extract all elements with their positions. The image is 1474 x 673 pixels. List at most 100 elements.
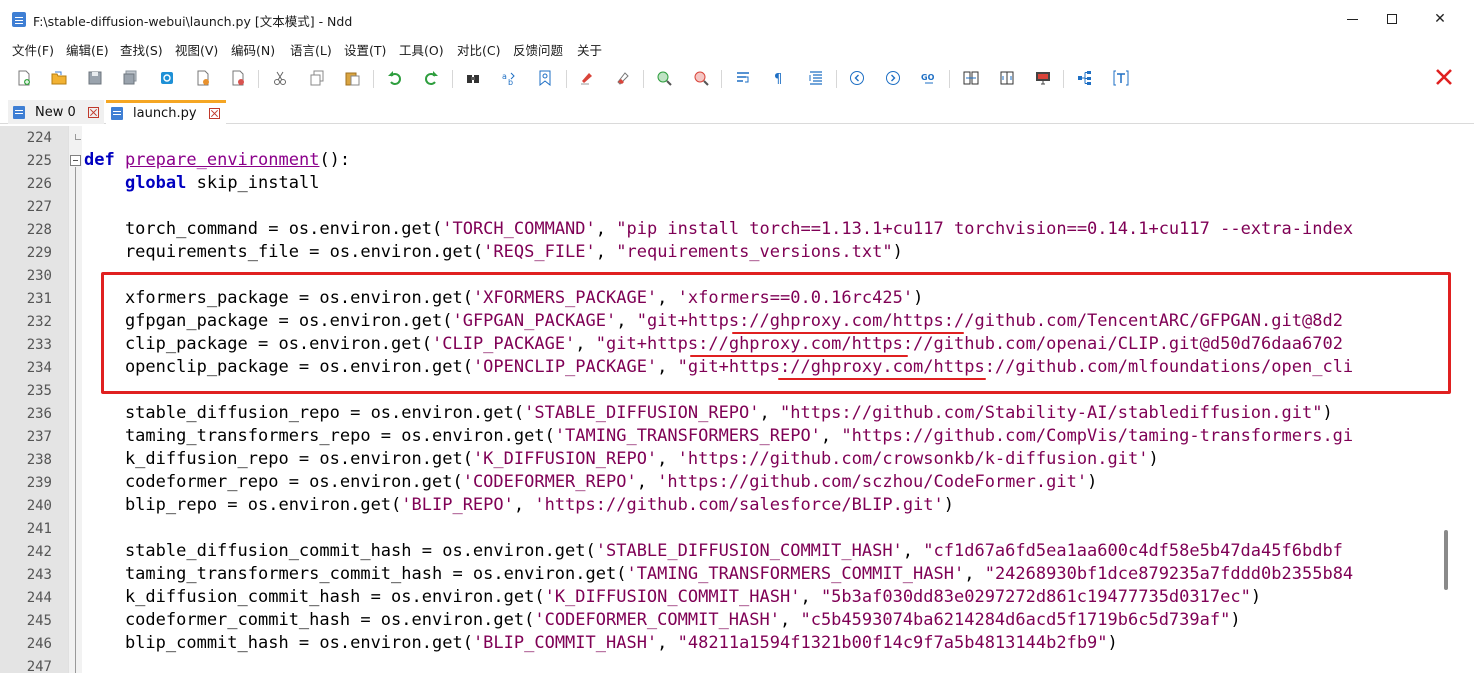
zoom-out-button[interactable] [691,68,711,88]
menu-view[interactable]: 视图(V) [175,40,218,59]
cut-button[interactable] [270,68,290,88]
tab-label: launch.py [133,106,197,121]
svg-text:b: b [508,78,513,86]
prev-button[interactable] [847,68,867,88]
line-number: 245 [26,613,52,629]
toolbar-close-button[interactable] [1434,67,1454,87]
undo-button[interactable] [385,68,405,88]
close-window-button[interactable]: ✕ [1418,6,1462,32]
show-symbols-button[interactable]: ¶ [769,68,789,88]
menu-settings[interactable]: 设置(T) [344,40,386,59]
menu-encoding[interactable]: 编码(N) [231,40,275,59]
goto-icon: GO [921,73,935,84]
menu-find[interactable]: 查找(S) [120,40,163,59]
bookmark-button[interactable] [535,68,555,88]
menu-edit[interactable]: 编辑(E) [66,40,109,59]
line-number: 237 [26,429,52,445]
scrollbar-thumb[interactable] [1444,530,1448,590]
minimize-button[interactable] [1330,6,1374,32]
menu-language[interactable]: 语言(L) [290,40,332,59]
line-number: 227 [26,199,52,215]
code-line: blip_repo = os.environ.get('BLIP_REPO', … [84,495,955,515]
line-number: 226 [26,176,52,192]
monitor-button[interactable] [1033,68,1053,88]
goto-button[interactable]: GO [919,68,939,88]
annotation-underline [732,332,964,334]
tree-button[interactable] [1075,68,1095,88]
toolbar-separator [452,70,453,88]
code-line: codeformer_repo = os.environ.get('CODEFO… [84,472,1098,492]
line-number: 233 [26,337,52,353]
close-icon: ✕ [1434,11,1446,27]
toolbar-separator [258,70,259,88]
word-wrap-icon [737,72,749,83]
toolbar-separator [643,70,644,88]
toolbar-separator [949,70,950,88]
menu-feedback[interactable]: 反馈问题 [513,40,563,59]
code-line: taming_transformers_commit_hash = os.env… [84,564,1354,584]
redo-button[interactable] [421,68,441,88]
zoom-in-button[interactable] [654,68,674,88]
line-number: 231 [26,291,52,307]
word-wrap-button[interactable] [733,68,753,88]
svg-text:¶: ¶ [774,72,782,86]
open-file-button[interactable] [49,68,69,88]
split-view-button[interactable] [997,68,1017,88]
save-all-button[interactable] [120,68,140,88]
find-button[interactable] [463,68,483,88]
toolbar-separator [373,70,374,88]
tab-launch-py[interactable]: launch.py [106,100,226,124]
code-editor[interactable]: 224 225 def prepare_environment(): 226 g… [0,126,1474,673]
code-line: codeformer_commit_hash = os.environ.get(… [84,610,1241,630]
show-symbols-icon: ¶ [774,72,782,86]
app-icon [12,12,26,27]
toolbar: ab ¶ GO [0,62,1474,94]
code-line: def prepare_environment(): [84,150,351,170]
tab-label: New 0 [35,104,76,120]
bookmark-icon [539,70,551,86]
close-file-button[interactable] [193,68,213,88]
new-file-button[interactable] [14,68,34,88]
maximize-button[interactable] [1370,6,1414,32]
replace-button[interactable]: ab [499,68,519,88]
prev-icon [850,71,864,85]
indent-guide-button[interactable] [806,68,826,88]
tab-close-icon[interactable] [87,106,99,118]
document-icon [111,107,123,120]
menu-about[interactable]: 关于 [577,40,602,59]
fold-collapse-icon[interactable] [70,155,81,166]
line-number: 232 [26,314,52,330]
close-all-icon [232,70,244,86]
close-red-x-icon [1436,69,1452,85]
close-all-button[interactable] [228,68,248,88]
replace-icon: ab [502,72,515,86]
zoom-in-icon [657,71,672,86]
text-mode-icon [1113,70,1129,86]
copy-button[interactable] [307,68,327,88]
clear-mark-button[interactable] [613,68,633,88]
vertical-scrollbar[interactable] [1440,126,1474,673]
compare-icon [963,71,979,85]
tab-new-0[interactable]: New 0 [8,100,104,124]
mark-button[interactable] [577,68,597,88]
toolbar-separator [566,70,567,88]
code-line: k_diffusion_commit_hash = os.environ.get… [84,587,1262,607]
tab-close-icon[interactable] [208,108,220,119]
split-view-icon [1000,71,1014,85]
menu-tools[interactable]: 工具(O) [399,40,444,59]
text-mode-button[interactable] [1111,68,1131,88]
zoom-out-icon [694,71,709,86]
save-button[interactable] [85,68,105,88]
open-file-icon [51,71,67,85]
next-button[interactable] [883,68,903,88]
paste-button[interactable] [342,68,362,88]
menu-file[interactable]: 文件(F) [12,40,54,59]
code-line: global skip_install [124,173,320,193]
reload-button[interactable] [157,68,177,88]
tree-icon [1078,71,1091,85]
line-number: 235 [26,383,52,399]
line-number: 240 [26,498,52,514]
menu-compare[interactable]: 对比(C) [457,40,500,59]
compare-button[interactable] [961,68,981,88]
toolbar-separator [721,70,722,88]
